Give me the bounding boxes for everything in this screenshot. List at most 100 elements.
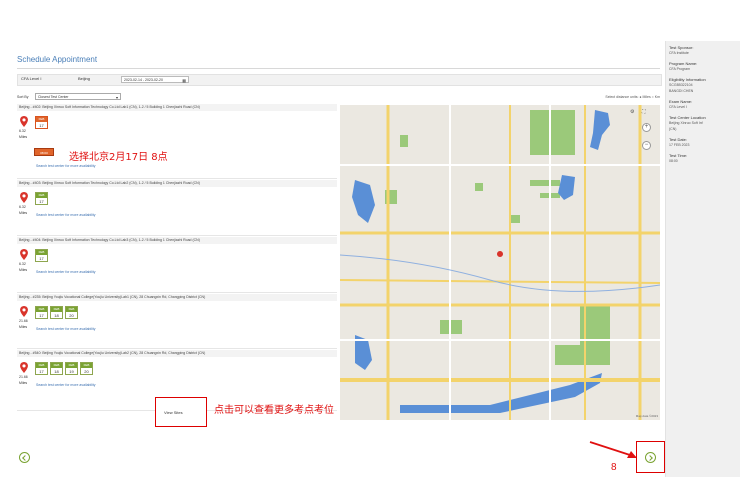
next-page-button[interactable] xyxy=(645,452,656,463)
park-area xyxy=(400,135,408,147)
summary-field-label: Exam Name: xyxy=(669,99,693,104)
sort-label: Sort By xyxy=(17,95,29,99)
date-chip-day: 19 xyxy=(69,369,74,374)
summary-field-value: 08:00 xyxy=(669,159,678,163)
location-pin-icon xyxy=(20,192,28,203)
park-area xyxy=(475,183,483,191)
test-center-name[interactable]: Beijing - #403: Beijing Xinruo Soft Info… xyxy=(17,180,337,187)
sort-select-value: Closest Test Center xyxy=(38,95,69,99)
test-center-list: Beijing - #402: Beijing Xinruo Soft Info… xyxy=(17,104,337,420)
distance-value: 21.66 xyxy=(19,375,28,379)
date-chip-day: 20 xyxy=(69,313,74,318)
summary-field-label: Test Date: xyxy=(669,137,688,142)
date-chip[interactable]: FEB 17 xyxy=(35,249,48,262)
date-chip-day: 17 xyxy=(39,369,44,374)
distance-unit: Miles xyxy=(19,211,28,215)
summary-field-label: Test Time: xyxy=(669,153,688,158)
distance-unit: Miles xyxy=(19,325,28,329)
summary-field-value: SCGB5322104 xyxy=(669,83,693,87)
zoom-in-button[interactable]: + xyxy=(642,123,651,132)
annotation-view-more: 点击可以查看更多考点考位 xyxy=(214,405,334,416)
test-center-item: Beijing - #403: Beijing Xinruo Soft Info… xyxy=(17,180,337,236)
water-area xyxy=(558,175,575,200)
fullscreen-icon[interactable]: ⛶ xyxy=(642,109,646,115)
summary-field-value: BANGDI CHEN xyxy=(669,89,694,93)
level-filter[interactable]: CFA Level I xyxy=(21,76,41,81)
location-pin-icon xyxy=(20,249,28,260)
distance-units-toggle[interactable]: Select distance units: ● Miles ○ Km xyxy=(605,95,660,99)
page-title: Schedule Appointment xyxy=(17,55,98,64)
chevron-down-icon: ▾ xyxy=(115,95,118,100)
view-sites-button[interactable]: View Sites xyxy=(164,410,183,415)
park-area xyxy=(530,180,560,186)
city-filter[interactable]: Beijing xyxy=(78,76,90,81)
more-availability-link[interactable]: Search test center for more availability xyxy=(36,213,96,217)
sort-row: Sort By Closest Test Center ▾ Select dis… xyxy=(17,93,660,103)
more-availability-link[interactable]: Search test center for more availability xyxy=(36,164,96,168)
date-chip[interactable]: FEB 20 xyxy=(65,306,78,319)
zoom-out-button[interactable]: − xyxy=(642,141,651,150)
title-divider xyxy=(17,68,660,69)
date-range-input[interactable]: 2023-02-14 - 2023-02-20 ▦ xyxy=(121,76,189,83)
summary-field-value: CFA Program xyxy=(669,67,691,71)
date-chip[interactable]: FEB 17 xyxy=(35,192,48,205)
date-chip-day: 20 xyxy=(84,369,89,374)
distance-unit: Miles xyxy=(19,135,28,139)
map-settings-icon[interactable]: ⚙ xyxy=(630,109,634,115)
distance-value: 6.32 xyxy=(19,205,26,209)
summary-field-value: Beijing Xinruo Soft Inf xyxy=(669,121,703,125)
map-canvas[interactable] xyxy=(340,105,660,420)
map-credit: Map data ©2023 xyxy=(635,414,658,418)
filter-bar: CFA Level I Beijing 2023-02-14 - 2023-02… xyxy=(17,74,662,86)
map-panel[interactable]: + − ⚙ ⛶ Map data ©2023 xyxy=(340,105,660,420)
summary-field-label: Program Name: xyxy=(669,61,698,66)
date-chip[interactable]: FEB 17 xyxy=(35,306,48,319)
calendar-icon[interactable]: ▦ xyxy=(182,77,186,84)
view-sites-highlight: View Sites xyxy=(155,397,207,427)
test-center-item: Beijing - #235: Beijing Youjiu Vocationa… xyxy=(17,294,337,349)
test-center-name[interactable]: Beijing - #404: Beijing Xinruo Soft Info… xyxy=(17,237,337,244)
date-chip-day: 17 xyxy=(39,123,44,128)
date-chip-day: 18 xyxy=(54,369,59,374)
water-area xyxy=(352,180,375,223)
distance-unit: Miles xyxy=(19,381,28,385)
annotation-select-slot: 选择北京2月17日 8点 xyxy=(69,152,168,163)
date-chip[interactable]: FEB 18 xyxy=(50,306,63,319)
distance-value: 21.66 xyxy=(19,319,28,323)
location-pin-icon xyxy=(20,362,28,373)
test-center-name[interactable]: Beijing - #402: Beijing Xinruo Soft Info… xyxy=(17,104,337,111)
date-chip-day: 17 xyxy=(39,313,44,318)
park-area xyxy=(510,215,520,223)
summary-field-value: 17 FEB 2023 xyxy=(669,143,690,147)
distance-value: 6.32 xyxy=(19,262,26,266)
test-center-name[interactable]: Beijing - #235: Beijing Youjiu Vocationa… xyxy=(17,294,337,301)
date-chip-day: 18 xyxy=(54,313,59,318)
more-availability-link[interactable]: Search test center for more availability xyxy=(36,383,96,387)
summary-field-value: (CN) xyxy=(669,127,677,131)
more-availability-link[interactable]: Search test center for more availability xyxy=(36,270,96,274)
summary-field-label: Test Sponsor: xyxy=(669,45,694,50)
date-chip[interactable]: FEB 17 xyxy=(35,362,48,375)
location-pin-icon xyxy=(20,116,28,127)
date-range-value: 2023-02-14 - 2023-02-20 xyxy=(124,78,163,82)
next-button-highlight xyxy=(636,441,665,473)
test-center-name[interactable]: Beijing - #540: Beijing Youjiu Vocationa… xyxy=(17,350,337,357)
map-marker xyxy=(497,251,504,265)
date-chip-day: 17 xyxy=(39,199,44,204)
date-chip[interactable]: FEB 19 xyxy=(65,362,78,375)
summary-field-label: Test Center Location xyxy=(669,115,706,120)
date-chip[interactable]: FEB 20 xyxy=(80,362,93,375)
time-slot-button[interactable]: 08:00 xyxy=(34,148,54,156)
date-chip-day: 17 xyxy=(39,256,44,261)
sort-select[interactable]: Closest Test Center ▾ xyxy=(35,93,121,100)
more-availability-link[interactable]: Search test center for more availability xyxy=(36,327,96,331)
summary-field-value: CFA Institute xyxy=(669,51,689,55)
date-chip[interactable]: FEB 17 xyxy=(35,116,48,129)
water-area xyxy=(590,110,610,150)
test-center-item: Beijing - #404: Beijing Xinruo Soft Info… xyxy=(17,237,337,293)
previous-page-button[interactable] xyxy=(19,452,30,463)
summary-field-label: Eligibility Information xyxy=(669,77,706,82)
distance-unit: Miles xyxy=(19,268,28,272)
date-chip[interactable]: FEB 18 xyxy=(50,362,63,375)
park-area xyxy=(530,110,575,155)
